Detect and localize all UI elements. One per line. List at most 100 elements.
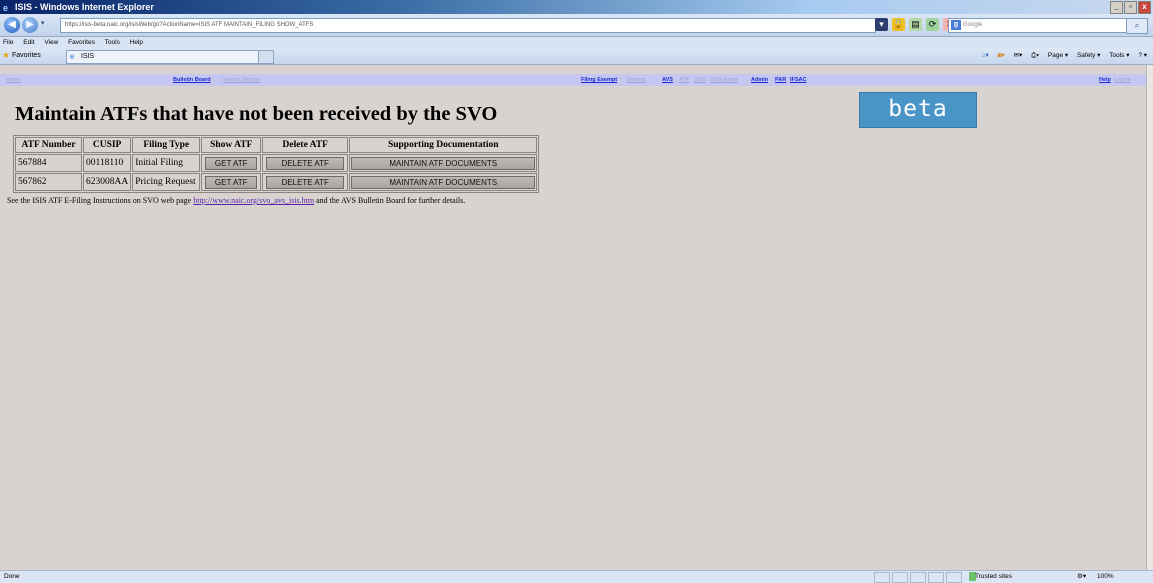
google-logo-icon: g: [951, 20, 961, 30]
col-filing-type: Filing Type: [132, 137, 201, 153]
status-segment: [946, 572, 962, 583]
status-segment: [874, 572, 890, 583]
cell-atf-number: 567862: [15, 173, 82, 191]
atf-table: ATF Number CUSIP Filing Type Show ATF De…: [13, 135, 540, 193]
nav-ifsac[interactable]: IFSAC: [790, 74, 807, 86]
cell-cusip: 623008AA: [83, 173, 132, 191]
table-header-row: ATF Number CUSIP Filing Type Show ATF De…: [15, 137, 538, 153]
new-tab-button[interactable]: [258, 50, 274, 64]
status-segment: [910, 572, 926, 583]
svo-instructions-link[interactable]: http://www.naic.org/svo_avs_isis.htm: [193, 196, 314, 205]
instructions-text: See the ISIS ATF E-Filing Instructions o…: [7, 196, 465, 205]
get-atf-button[interactable]: GET ATF: [205, 175, 258, 189]
favorites-bar: ★ Favorites e ISIS ⌂▾ ◙▾ ✉▾ ⎙▾ Page ▾ Sa…: [0, 48, 1153, 65]
delete-atf-button[interactable]: DELETE ATF: [266, 175, 345, 189]
command-bar: ⌂▾ ◙▾ ✉▾ ⎙▾ Page ▾ Safety ▾ Tools ▾ ? ▾: [975, 48, 1147, 64]
nav-admin[interactable]: Admin: [751, 74, 768, 86]
menu-edit[interactable]: Edit: [23, 39, 34, 46]
browser-tab-isis[interactable]: e ISIS: [66, 50, 270, 64]
nav-filing-exempt[interactable]: Filing Exempt: [581, 74, 617, 86]
cell-filing-type: Initial Filing: [132, 154, 201, 172]
lock-icon[interactable]: 🔒: [892, 18, 905, 31]
nav-logout[interactable]: Logout: [1114, 74, 1131, 86]
cell-cusip: 00118110: [83, 154, 132, 172]
window-title: ISIS - Windows Internet Explorer: [15, 2, 154, 12]
forward-button[interactable]: ▶: [22, 17, 38, 33]
search-icon: ⌕: [1134, 21, 1140, 30]
table-row: 567862 623008AA Pricing Request GET ATF …: [15, 173, 538, 191]
cell-supporting-documentation: MAINTAIN ATF DOCUMENTS: [349, 173, 538, 191]
col-show-atf: Show ATF: [201, 137, 262, 153]
vertical-scrollbar[interactable]: [1146, 65, 1153, 570]
protected-mode-icon[interactable]: ⚙▾: [1077, 571, 1086, 583]
page-title: Maintain ATFs that have not been receive…: [15, 103, 498, 125]
nav-atf[interactable]: ATF: [679, 74, 689, 86]
recent-pages-dropdown-icon[interactable]: ▾: [41, 19, 45, 27]
security-zone[interactable]: Trusted sites: [975, 571, 1012, 583]
cell-show-atf: GET ATF: [201, 154, 262, 172]
tab-label: ISIS: [81, 53, 95, 60]
instructions-prefix: See the ISIS ATF E-Filing Instructions o…: [7, 196, 194, 205]
close-button[interactable]: x: [1138, 1, 1151, 14]
page-content: Home Bulletin Board Vendor Service Filin…: [0, 65, 1147, 570]
instructions-suffix: and the AVS Bulletin Board for further d…: [314, 196, 466, 205]
cell-atf-number: 567884: [15, 154, 82, 172]
nav-par[interactable]: PAR: [775, 74, 786, 86]
status-segment: [928, 572, 944, 583]
compatibility-icon[interactable]: ▤: [909, 18, 922, 31]
address-icons: ▾ 🔒 ▤ ⟳ ✕: [875, 18, 956, 31]
favorites-star-icon[interactable]: ★: [2, 51, 10, 60]
maintain-atf-documents-button[interactable]: MAINTAIN ATF DOCUMENTS: [351, 156, 536, 170]
nav-generic[interactable]: Generic: [627, 74, 646, 86]
nav-avs[interactable]: AVS: [662, 74, 673, 86]
col-supporting-documentation: Supporting Documentation: [349, 137, 538, 153]
col-cusip: CUSIP: [83, 137, 132, 153]
delete-atf-button[interactable]: DELETE ATF: [266, 156, 345, 170]
zoom-level[interactable]: 100%: [1097, 571, 1114, 583]
print-icon[interactable]: ⎙▾: [1031, 52, 1039, 59]
maintain-atf-documents-button[interactable]: MAINTAIN ATF DOCUMENTS: [351, 175, 536, 189]
get-atf-button[interactable]: GET ATF: [205, 156, 258, 170]
search-input[interactable]: g Google: [948, 18, 1130, 33]
nav-vos[interactable]: VOS: [694, 74, 706, 86]
window-controls: _ ▫ x: [1110, 1, 1151, 14]
status-segment: [892, 572, 908, 583]
menu-help[interactable]: Help: [130, 39, 143, 46]
address-toolbar: ◀ ▶ ▾ https://isis-beta.naic.org/isisWeb…: [0, 14, 1153, 37]
status-text: Done: [4, 573, 20, 580]
feeds-icon[interactable]: ◙▾: [998, 52, 1005, 59]
help-menu[interactable]: ? ▾: [1138, 52, 1147, 59]
maximize-button[interactable]: ▫: [1124, 1, 1137, 14]
home-icon[interactable]: ⌂▾: [982, 52, 989, 59]
minimize-button[interactable]: _: [1110, 1, 1123, 14]
nav-help[interactable]: Help: [1099, 74, 1111, 86]
refresh-icon[interactable]: ⟳: [926, 18, 939, 31]
nav-vendor-service[interactable]: Vendor Service: [223, 74, 260, 86]
search-button[interactable]: ⌕: [1126, 18, 1148, 34]
safety-menu[interactable]: Safety ▾: [1077, 52, 1101, 59]
search-placeholder: Google: [963, 22, 983, 28]
col-atf-number: ATF Number: [15, 137, 82, 153]
col-delete-atf: Delete ATF: [262, 137, 349, 153]
cell-delete-atf: DELETE ATF: [262, 154, 349, 172]
dropdown-icon[interactable]: ▾: [875, 18, 888, 31]
nav-bulletin-board[interactable]: Bulletin Board: [173, 74, 211, 86]
ie-logo-icon: e: [3, 3, 9, 13]
menu-view[interactable]: View: [44, 39, 58, 46]
ie-tab-icon: e: [70, 52, 75, 61]
menu-file[interactable]: File: [3, 39, 13, 46]
nav-home[interactable]: Home: [6, 74, 21, 86]
address-input[interactable]: https://isis-beta.naic.org/isisWeb/go?Ac…: [60, 18, 876, 33]
favorites-button[interactable]: Favorites: [12, 48, 41, 64]
forward-arrow-icon: ▶: [26, 19, 34, 30]
mail-icon[interactable]: ✉▾: [1014, 52, 1023, 59]
menu-favorites[interactable]: Favorites: [68, 39, 95, 46]
nav-vos-admin[interactable]: VOS Admin: [710, 74, 738, 86]
menu-tools[interactable]: Tools: [105, 39, 120, 46]
status-bar: Done Trusted sites ⚙▾ 100%: [0, 570, 1153, 583]
page-menu[interactable]: Page ▾: [1048, 52, 1068, 59]
back-button[interactable]: ◀: [4, 17, 20, 33]
beta-badge: beta: [859, 92, 977, 128]
menu-bar: File Edit View Favorites Tools Help: [0, 37, 1153, 48]
tools-menu[interactable]: Tools ▾: [1109, 52, 1129, 59]
